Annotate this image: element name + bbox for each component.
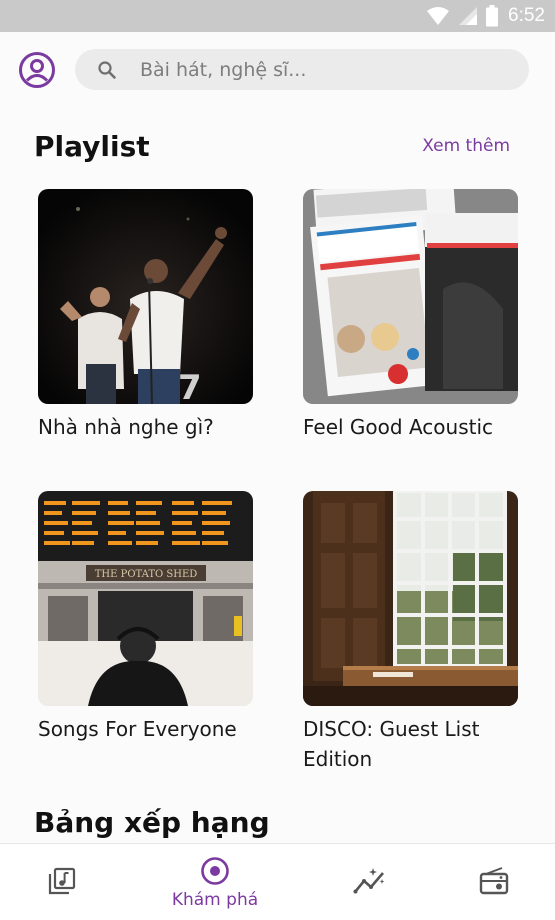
playlist-cover-image <box>303 491 518 706</box>
status-icons: 6:52 <box>426 0 545 32</box>
playlist-card[interactable]: Feel Good Acoustic <box>303 189 518 442</box>
nav-discover[interactable]: Khám phá <box>165 844 265 920</box>
svg-text:THE POTATO SHED: THE POTATO SHED <box>95 569 198 580</box>
playlist-cover-image: THE POTATO SHED <box>38 491 253 706</box>
status-time: 6:52 <box>508 5 545 26</box>
chart-section-title: Bảng xếp hạng <box>34 806 270 839</box>
playlist-cover-image: 7 <box>38 189 253 404</box>
account-icon <box>19 52 55 88</box>
battery-icon <box>486 5 499 27</box>
search-input[interactable] <box>140 49 510 90</box>
nav-radio[interactable] <box>476 844 512 920</box>
app-screen: 6:52 Playlist Xem thêm <box>0 0 555 920</box>
disc-icon <box>201 857 229 885</box>
nav-trending[interactable] <box>352 844 388 920</box>
status-bar: 6:52 <box>0 0 555 32</box>
music-library-icon <box>48 867 76 895</box>
search-icon <box>98 61 116 79</box>
bottom-nav: Khám phá <box>0 843 555 920</box>
radio-icon <box>479 867 509 895</box>
playlist-card[interactable]: 7 Nhà nhà nghe gì? <box>38 189 253 442</box>
playlist-title: DISCO: Guest List Edition <box>303 717 480 771</box>
top-bar <box>0 32 555 108</box>
playlist-title: Feel Good Acoustic <box>303 415 494 439</box>
nav-discover-label: Khám phá <box>171 890 259 910</box>
search-bar[interactable] <box>75 49 529 90</box>
nav-music-library[interactable] <box>42 844 82 920</box>
see-more-link[interactable]: Xem thêm <box>422 136 510 156</box>
svg-text:7: 7 <box>178 368 202 404</box>
trending-icon <box>353 868 385 894</box>
playlist-card[interactable]: DISCO: Guest List Edition <box>303 491 518 774</box>
playlist-title: Nhà nhà nghe gì? <box>38 415 214 439</box>
playlist-section-title: Playlist <box>34 130 150 163</box>
playlist-card[interactable]: THE POTATO SHED Songs For Everyone <box>38 491 253 744</box>
profile-button[interactable] <box>18 51 56 89</box>
playlist-title: Songs For Everyone <box>38 717 237 741</box>
wifi-icon <box>427 7 450 25</box>
playlist-cover-image <box>303 189 518 404</box>
cell-signal-icon <box>459 7 478 25</box>
